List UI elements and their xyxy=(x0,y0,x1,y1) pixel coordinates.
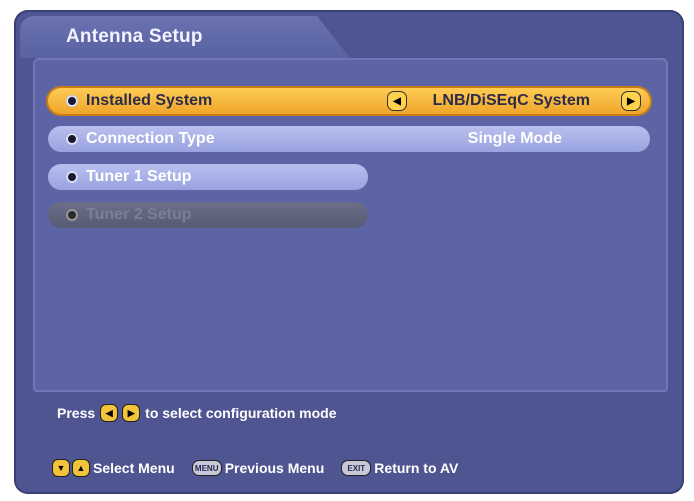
menu-item-label: Tuner 2 Setup xyxy=(86,206,192,223)
menu-item-label: Installed System xyxy=(86,92,213,109)
footer-bar: ▼ ▲ Select Menu MENU Previous Menu EXIT … xyxy=(53,460,470,476)
menu-item-value: Single Mode xyxy=(467,130,562,147)
exit-key-icon: EXIT xyxy=(342,461,371,475)
bullet-icon xyxy=(66,209,78,221)
right-arrow-icon[interactable]: ▶ xyxy=(622,92,640,110)
menu-item-tuner-2-setup: Tuner 2 Setup xyxy=(48,202,368,228)
footer-return-to-av[interactable]: EXIT Return to AV xyxy=(342,460,458,476)
footer-select-menu[interactable]: ▼ ▲ Select Menu xyxy=(53,460,175,476)
bullet-icon xyxy=(66,95,78,107)
right-key-icon: ▶ xyxy=(123,405,140,421)
up-key-icon: ▲ xyxy=(73,460,89,476)
down-key-icon: ▼ xyxy=(53,460,69,476)
menu-key-icon: MENU xyxy=(192,461,221,475)
page-title: Antenna Setup xyxy=(66,26,203,47)
bullet-icon xyxy=(66,133,78,145)
menu-item-installed-system[interactable]: Installed System ◀ LNB/DiSEqC System ▶ xyxy=(48,88,650,114)
hint-text: Press ◀ ▶ to select configuration mode xyxy=(57,405,337,421)
menu-item-label: Tuner 1 Setup xyxy=(86,168,192,185)
menu-item-connection-type[interactable]: Connection Type Single Mode xyxy=(48,126,650,152)
left-arrow-icon[interactable]: ◀ xyxy=(388,92,406,110)
menu-item-value: LNB/DiSEqC System xyxy=(432,92,590,109)
footer-previous-menu[interactable]: MENU Previous Menu xyxy=(192,460,324,476)
menu-item-tuner-1-setup[interactable]: Tuner 1 Setup xyxy=(48,164,368,190)
left-key-icon: ◀ xyxy=(101,405,118,421)
bullet-icon xyxy=(66,171,78,183)
menu-item-label: Connection Type xyxy=(86,130,215,147)
